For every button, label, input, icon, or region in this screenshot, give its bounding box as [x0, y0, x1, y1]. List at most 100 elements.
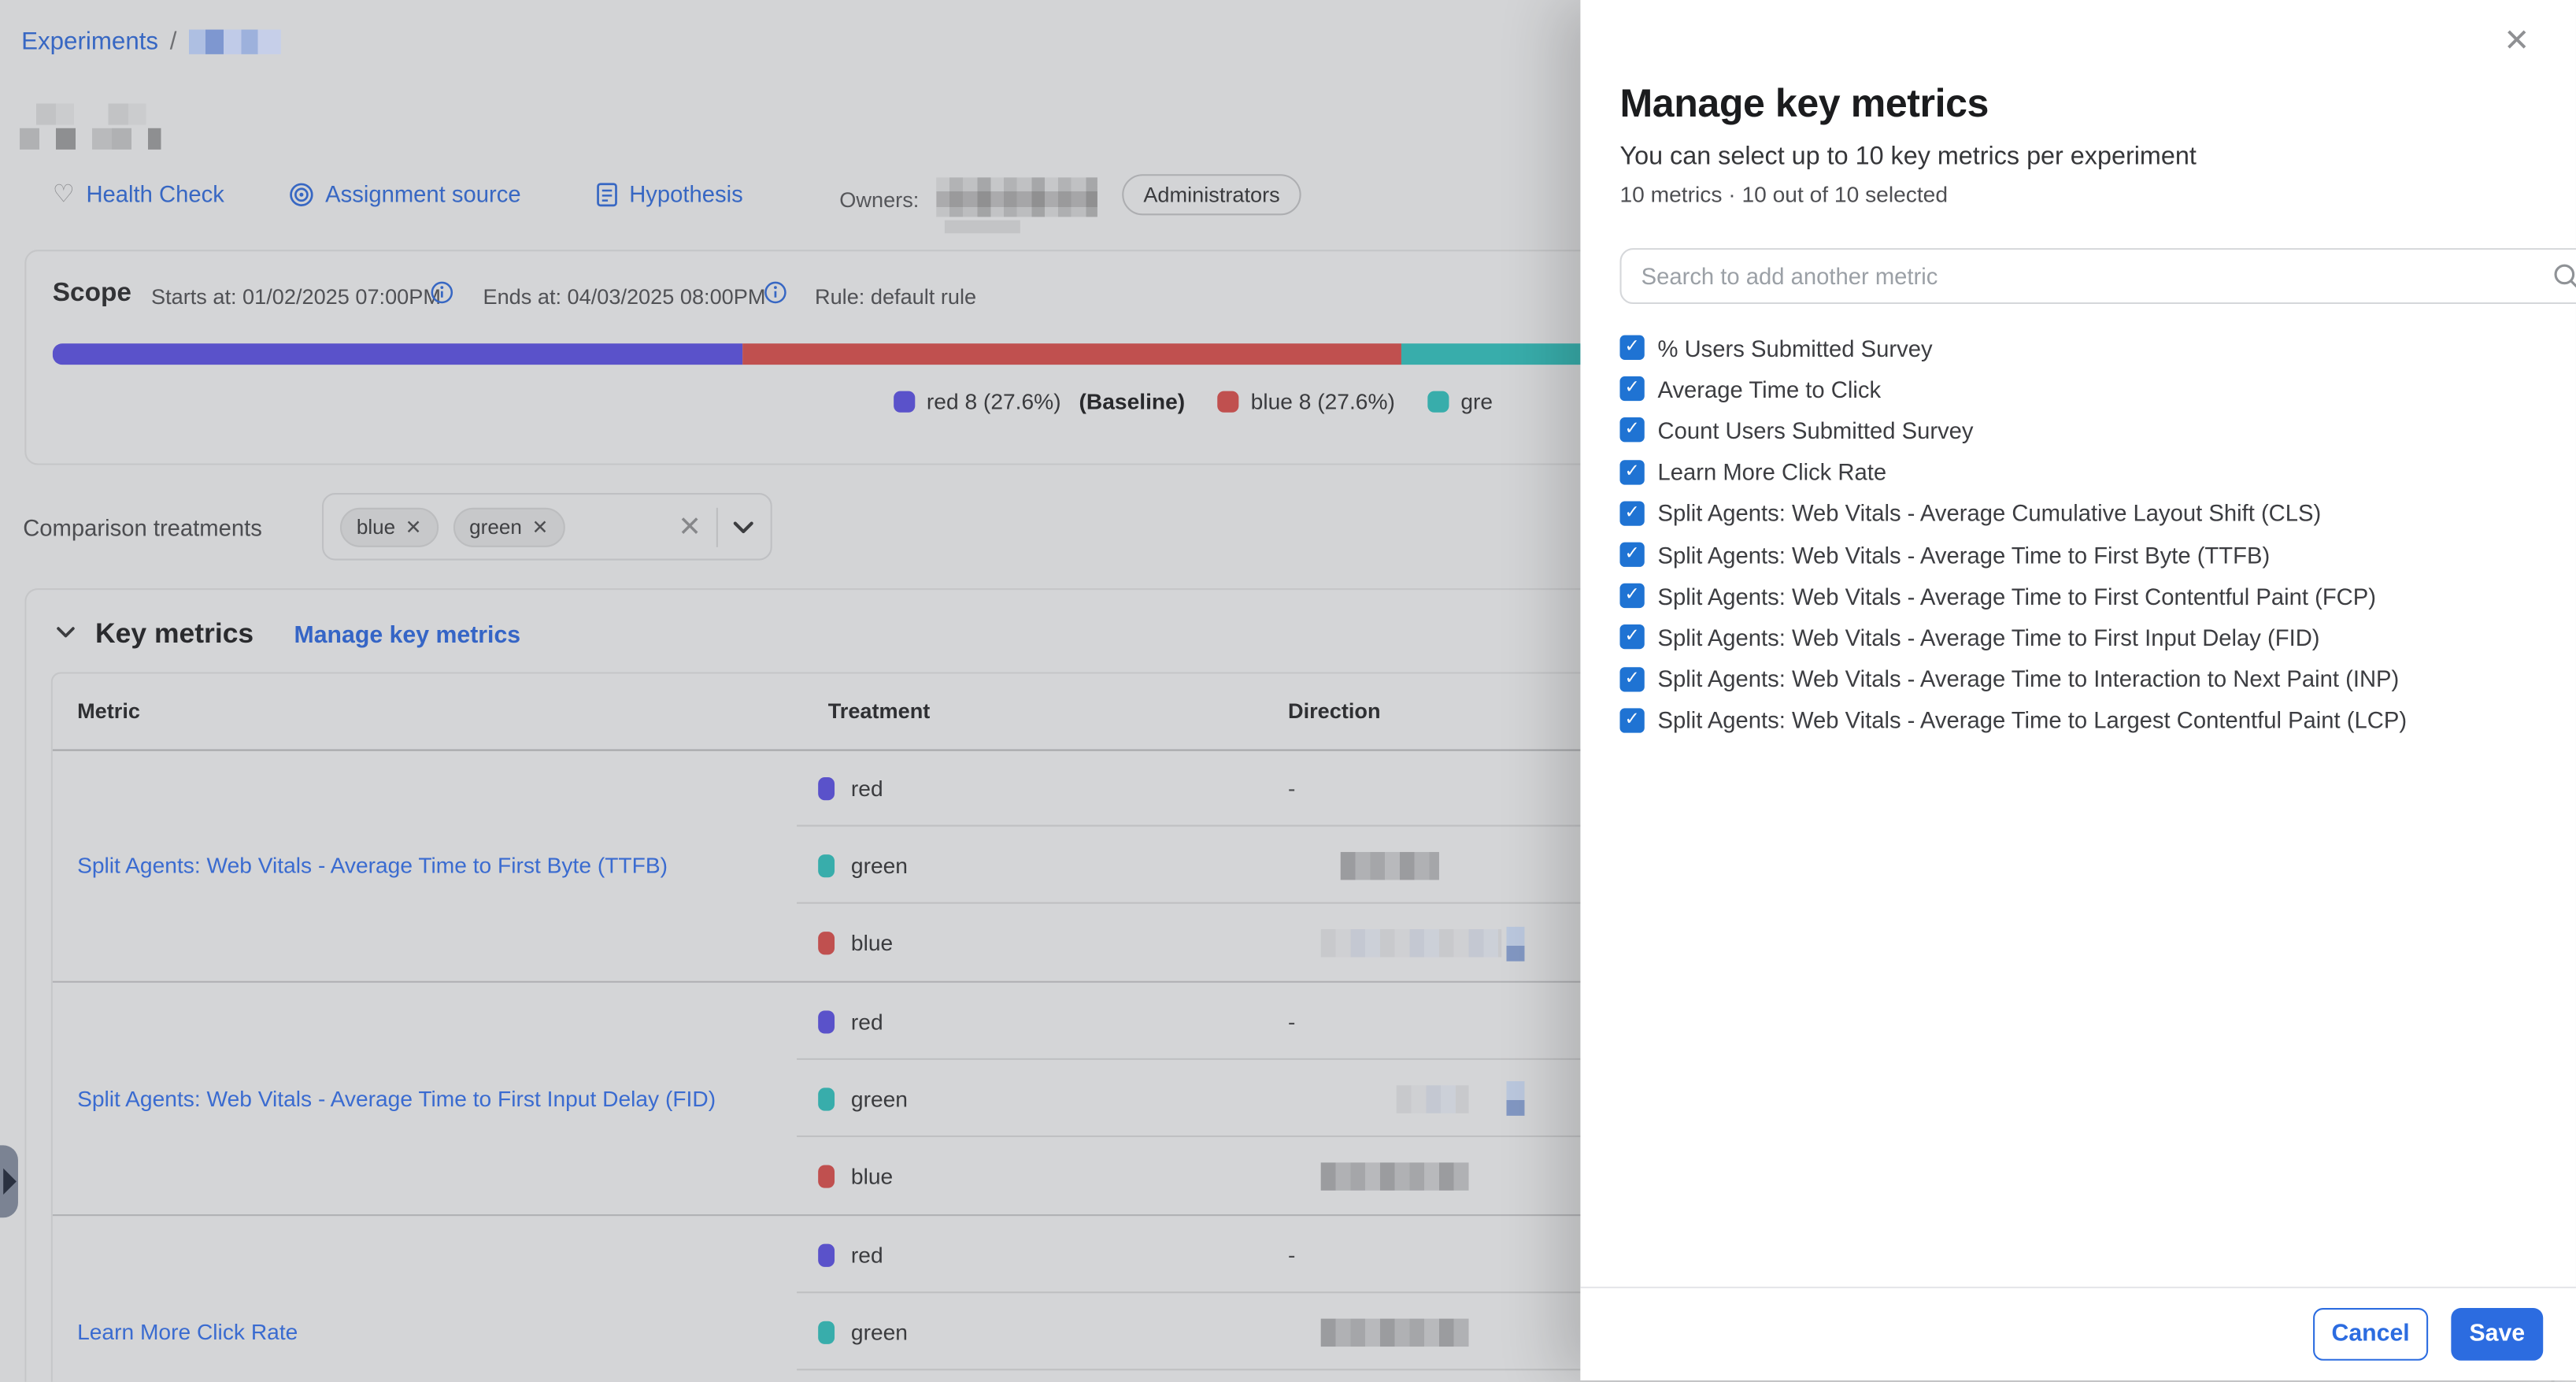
metric-checkbox-row: ✓ Split Agents: Web Vitals - Average Time…	[1619, 534, 2572, 576]
legend-item: gre	[1428, 390, 1493, 414]
metric-search-input[interactable]	[1622, 263, 2553, 289]
direction-value: -	[1288, 1243, 1295, 1267]
metric-checkbox[interactable]: ✓	[1619, 543, 1644, 567]
direction-cell: -	[1288, 1216, 1551, 1293]
scope-rule: Rule: default rule	[815, 284, 976, 309]
key-metrics-title: Key metrics	[95, 618, 254, 651]
treatment-name: blue	[851, 1165, 893, 1189]
direction-value-redacted	[1321, 929, 1502, 957]
metric-checkbox-row: ✓ Split Agents: Web Vitals - Average Time…	[1619, 658, 2572, 700]
metric-search	[1619, 248, 2576, 304]
metric-checkbox[interactable]: ✓	[1619, 666, 1644, 691]
metric-checkbox-label: Split Agents: Web Vitals - Average Time …	[1657, 707, 2407, 733]
direction-cell	[1288, 1372, 1551, 1382]
manage-key-metrics-modal: ✕ Manage key metrics You can select up t…	[1580, 0, 2576, 1380]
tab-hypothesis[interactable]: Hypothesis	[596, 181, 742, 207]
search-icon	[2553, 262, 2576, 290]
treatment-chip-blue[interactable]: blue✕	[340, 507, 439, 547]
manage-key-metrics-link[interactable]: Manage key metrics	[294, 623, 521, 649]
direction-value-redacted	[1321, 1163, 1469, 1191]
treatment-chip-green[interactable]: green ✕	[453, 507, 564, 547]
tab-hypothesis-label: Hypothesis	[629, 181, 743, 207]
comparison-treatments-label: Comparison treatments	[23, 514, 262, 540]
direction-cell: -	[1288, 983, 1551, 1060]
metric-checkbox-label: Split Agents: Web Vitals - Average Time …	[1657, 542, 2270, 568]
direction-cell	[1288, 1294, 1551, 1371]
metric-checkbox-row: ✓Split Agents: Web Vitals - Average Time…	[1619, 576, 2572, 617]
info-icon[interactable]	[431, 281, 453, 313]
metric-checkbox-label: Learn More Click Rate	[1657, 459, 1886, 485]
direction-mini-bar-redacted	[1507, 926, 1525, 961]
treatment-name: red	[851, 776, 883, 800]
cancel-button[interactable]: Cancel	[2313, 1308, 2428, 1361]
remove-chip-icon[interactable]: ✕	[531, 517, 548, 536]
direction-value-redacted	[1321, 1318, 1469, 1346]
metric-checkbox-label: Split Agents: Web Vitals - Average Cumul…	[1657, 500, 2321, 526]
metric-checkbox[interactable]: ✓	[1619, 584, 1644, 608]
legend-swatch	[1218, 391, 1239, 413]
treatment-swatch	[818, 1321, 835, 1343]
treatment-swatch	[818, 1010, 835, 1032]
metric-checkbox-label: Average Time to Click	[1657, 376, 1881, 402]
col-header-treatment: Treatment	[828, 674, 931, 750]
collapse-chevron-icon[interactable]	[56, 626, 76, 639]
direction-value: -	[1288, 776, 1295, 800]
modal-title: Manage key metrics	[1619, 82, 1989, 128]
sidebar-expand-button[interactable]	[0, 1145, 18, 1217]
direction-cell: -	[1288, 750, 1551, 827]
metric-checkbox[interactable]: ✓	[1619, 501, 1644, 525]
metric-checkbox[interactable]: ✓	[1619, 335, 1644, 360]
metric-checkbox-row: ✓ Split Agents: Web Vitals - Average Time…	[1619, 699, 2572, 741]
owner-name-redacted-tail	[945, 220, 1020, 234]
modal-subtitle: You can select up to 10 key metrics per …	[1619, 143, 2196, 173]
treatment-swatch	[818, 1087, 835, 1110]
legend-baseline-label: (Baseline)	[1079, 390, 1186, 414]
treatment-swatch	[818, 1243, 835, 1266]
select-divider	[716, 507, 718, 547]
remove-chip-icon[interactable]: ✕	[405, 517, 422, 536]
direction-cell	[1288, 1138, 1551, 1215]
metric-checkbox-label: Split Agents: Web Vitals - Average Time …	[1657, 665, 2399, 691]
legend-label: gre	[1460, 390, 1493, 414]
save-button[interactable]: Save	[2451, 1308, 2543, 1361]
metrics-count: 10 metrics · 10 out of 10 selected	[1619, 183, 1948, 207]
breadcrumb-experiments-link[interactable]: Experiments	[21, 28, 158, 55]
legend-swatch	[1428, 391, 1449, 413]
direction-cell	[1288, 827, 1551, 904]
chevron-down-icon[interactable]	[733, 520, 754, 533]
allocation-bar-segment-blue	[742, 343, 1402, 365]
col-header-metric: Metric	[77, 674, 140, 750]
scope-ends-at: Ends at: 04/03/2025 08:00PM	[483, 284, 765, 309]
tab-health-check[interactable]: ♡ Health Check	[53, 181, 224, 207]
treatment-name: green	[851, 854, 908, 878]
chevron-right-icon	[3, 1169, 17, 1195]
metric-checkbox-row: ✓% Users Submitted Survey	[1619, 327, 2572, 369]
metric-checkbox-label: Split Agents: Web Vitals - Average Time …	[1657, 624, 2319, 650]
tab-assignment-source[interactable]: Assignment source	[289, 181, 520, 207]
legend-swatch	[894, 391, 915, 413]
direction-cell	[1288, 905, 1551, 982]
metric-checkbox-label: Count Users Submitted Survey	[1657, 417, 1973, 443]
metric-checkbox[interactable]: ✓	[1619, 418, 1644, 443]
modal-footer: Cancel Save	[1580, 1287, 2576, 1380]
metric-checkbox[interactable]: ✓	[1619, 460, 1644, 484]
clear-selection-icon[interactable]: ✕	[678, 513, 701, 540]
tab-health-check-label: Health Check	[86, 181, 224, 207]
direction-value-redacted	[1397, 1085, 1469, 1113]
treatment-name: blue	[851, 931, 893, 955]
breadcrumb-separator: /	[170, 28, 177, 55]
metric-checkbox[interactable]: ✓	[1619, 376, 1644, 401]
close-icon[interactable]: ✕	[2504, 26, 2530, 57]
metric-checkbox[interactable]: ✓	[1619, 708, 1644, 732]
info-icon[interactable]	[764, 281, 786, 313]
treatment-chip-label: green	[469, 515, 522, 538]
direction-cell	[1288, 1061, 1551, 1138]
treatment-swatch	[818, 1165, 835, 1188]
owner-name-redacted	[936, 177, 1097, 217]
direction-value: -	[1288, 1009, 1295, 1033]
comparison-treatments-select[interactable]: blue✕ green ✕ ✕	[322, 493, 772, 561]
scope-starts-at: Starts at: 01/02/2025 07:00PM	[151, 284, 441, 309]
metric-checkbox[interactable]: ✓	[1619, 625, 1644, 650]
metric-checklist: ✓% Users Submitted Survey✓Average Time t…	[1619, 327, 2572, 741]
treatment-name: red	[851, 1009, 883, 1033]
